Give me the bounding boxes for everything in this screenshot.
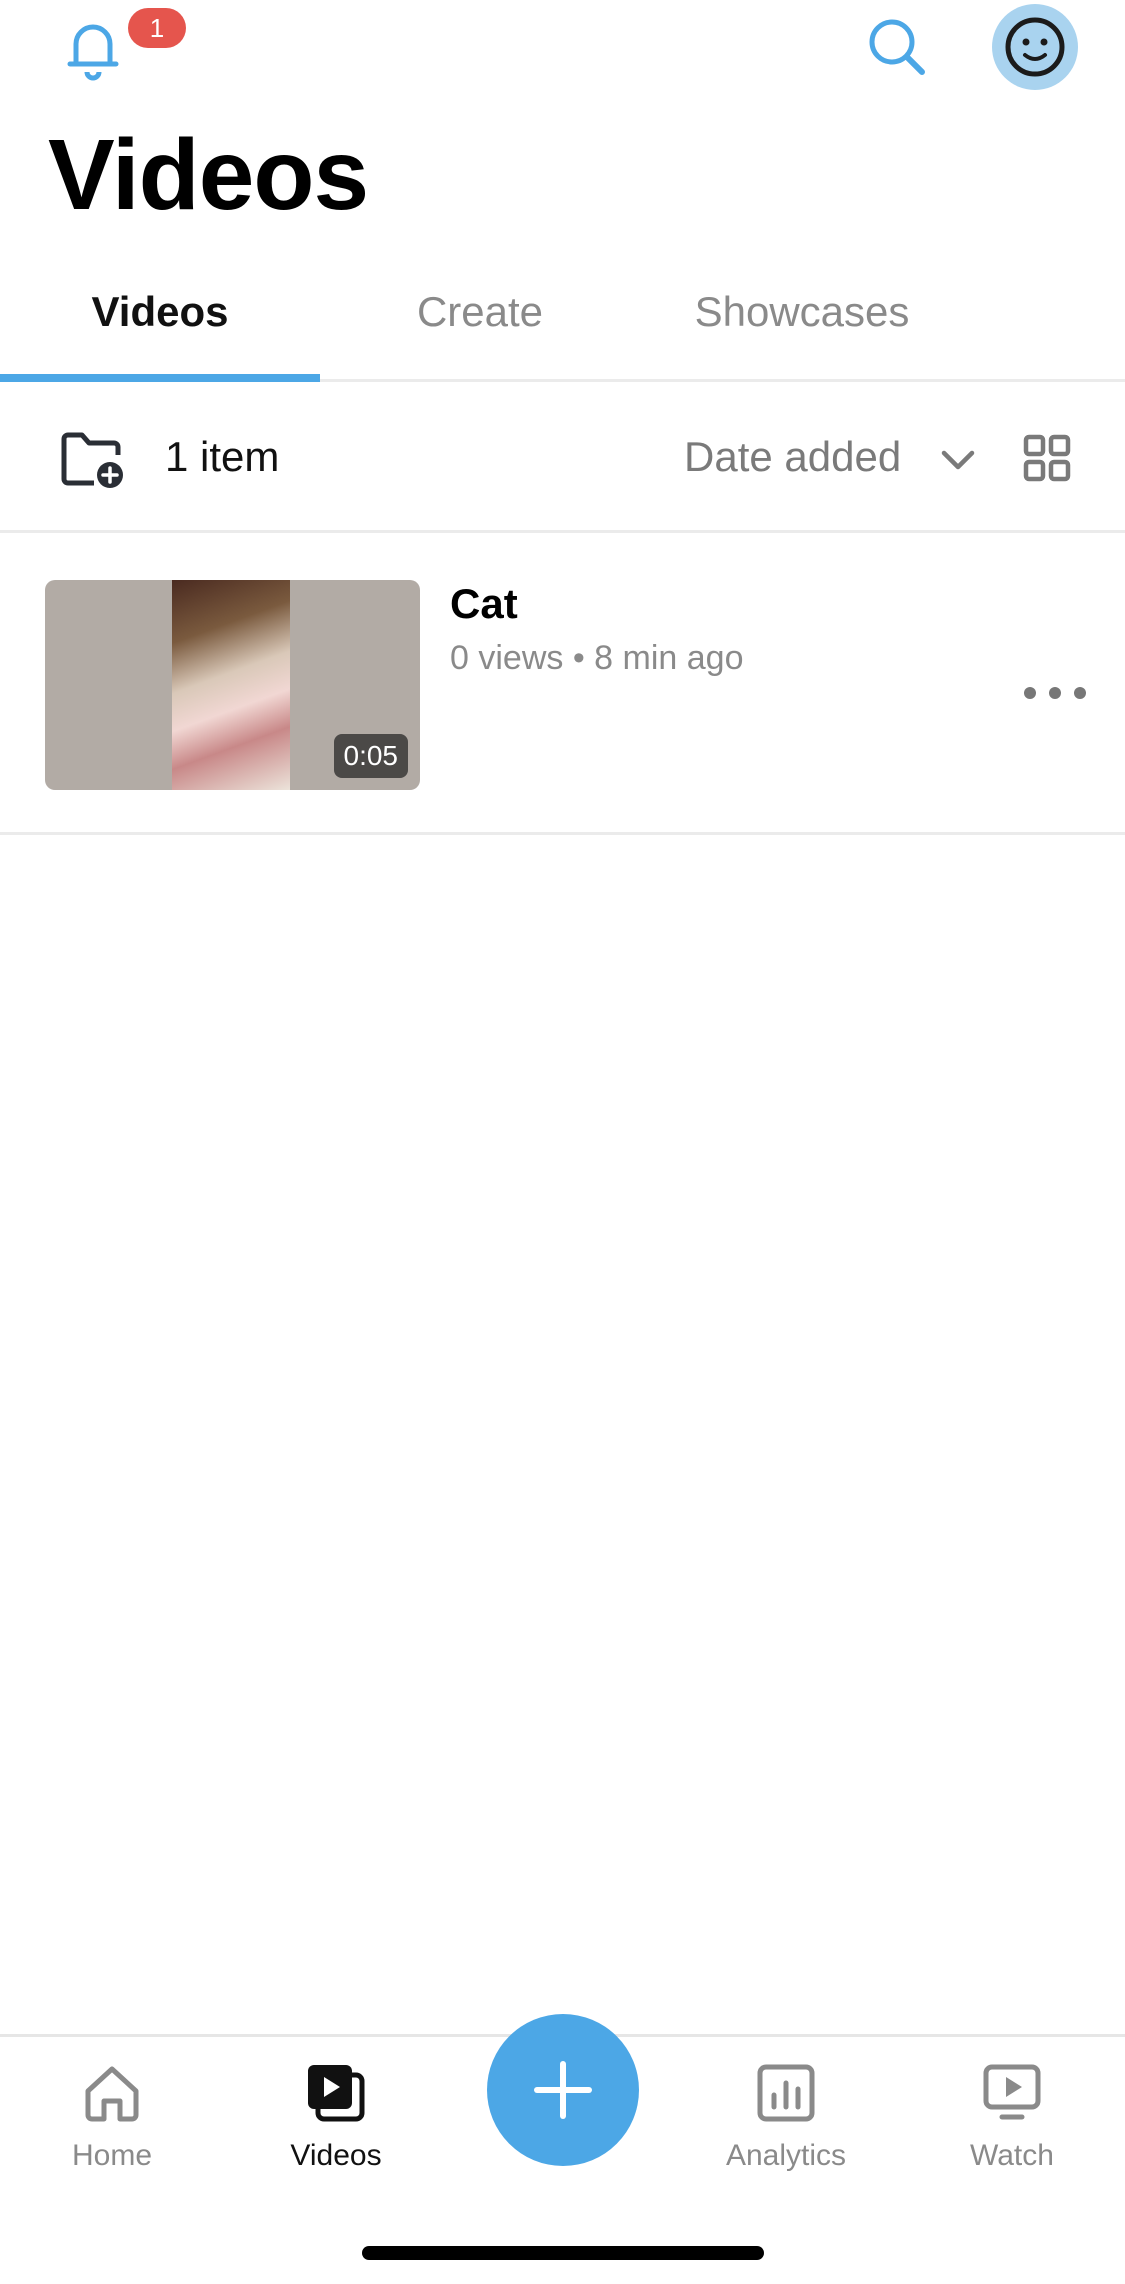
thumbnail-image (172, 580, 290, 790)
nav-label-analytics: Analytics (725, 2139, 847, 2172)
notifications-button[interactable]: 1 (58, 8, 186, 84)
nav-label-videos: Videos (290, 2139, 382, 2172)
sort-dropdown[interactable]: Date added (684, 433, 901, 481)
notification-badge: 1 (128, 8, 186, 48)
nav-watch[interactable]: Watch (922, 2061, 1102, 2173)
item-count: 1 item (165, 433, 280, 480)
search-button[interactable] (862, 12, 932, 82)
bell-icon (67, 24, 119, 81)
nav-home[interactable]: Home (22, 2061, 202, 2173)
video-title[interactable]: Cat (450, 580, 518, 628)
home-icon (85, 2066, 139, 2122)
tab-create[interactable]: Create (320, 288, 640, 336)
video-duration: 0:05 (333, 734, 408, 778)
chevron-down-icon[interactable] (940, 445, 976, 475)
avatar[interactable] (992, 4, 1078, 90)
more-options-icon[interactable] (1022, 685, 1088, 701)
add-button[interactable] (487, 2014, 639, 2166)
tab-bar: Videos Create Showcases (0, 270, 1125, 382)
active-tab-indicator (0, 374, 320, 382)
nav-label-home: Home (71, 2139, 153, 2172)
list-item[interactable]: 0:05 Cat 0 views • 8 min ago (0, 535, 1125, 835)
analytics-icon (757, 2064, 815, 2122)
grid-view-icon[interactable] (1022, 433, 1072, 483)
tab-showcases[interactable]: Showcases (642, 288, 962, 336)
folder-add-icon (61, 432, 123, 488)
video-meta: 0 views • 8 min ago (450, 639, 744, 677)
plus-icon (534, 2061, 592, 2119)
search-icon (869, 19, 925, 75)
tab-videos[interactable]: Videos (0, 288, 320, 336)
list-toolbar: 1 item Date added (0, 385, 1125, 533)
watch-icon (983, 2064, 1041, 2120)
new-folder-button[interactable] (60, 429, 128, 491)
face-icon (1005, 17, 1065, 77)
nav-label-watch: Watch (970, 2139, 1054, 2172)
page-title: Videos (48, 119, 369, 231)
home-indicator (362, 2246, 764, 2260)
videos-icon (308, 2065, 365, 2122)
video-thumbnail[interactable]: 0:05 (45, 580, 420, 790)
nav-videos[interactable]: Videos (246, 2061, 426, 2173)
nav-analytics[interactable]: Analytics (696, 2061, 876, 2173)
top-bar: 1 (0, 0, 1125, 110)
